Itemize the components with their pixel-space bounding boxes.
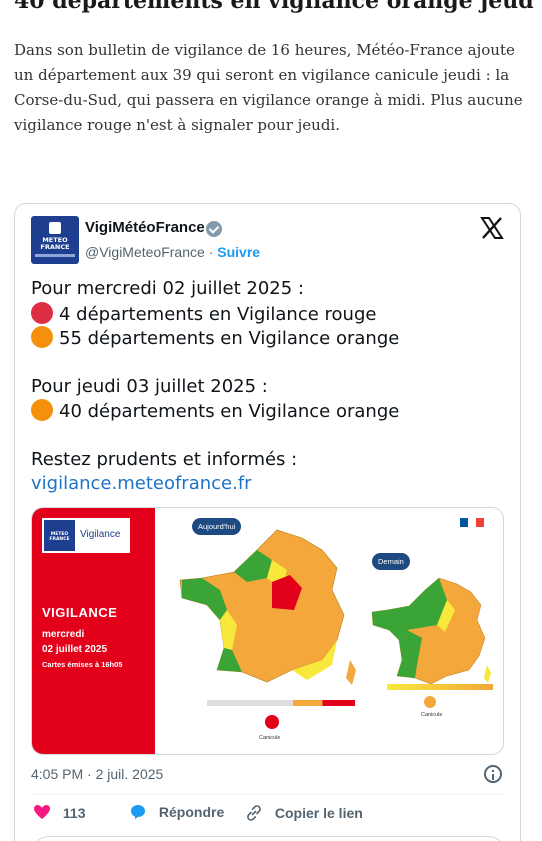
tweet-line-text: 40 départements en Vigilance orange <box>59 401 400 422</box>
avatar-logo-text: METEO FRANCE <box>40 236 70 251</box>
like-button[interactable]: 113 <box>33 804 85 821</box>
divider <box>31 794 506 795</box>
reply-label: Répondre <box>158 804 225 820</box>
card-note: Cartes émises à 16h05 <box>42 660 123 669</box>
meteo-france-mark-icon <box>49 222 61 234</box>
info-icon[interactable] <box>484 765 502 783</box>
copy-link-icon <box>247 805 261 821</box>
avatar-subline <box>35 254 75 257</box>
follow-button[interactable]: Suivre <box>217 244 260 260</box>
tomorrow-pill: Demain <box>372 553 410 570</box>
avatar[interactable]: METEO FRANCE <box>31 216 79 264</box>
card-day: mercredi <box>42 629 85 640</box>
copy-link-button[interactable]: Copier le lien <box>245 804 363 822</box>
verified-badge-icon <box>206 221 222 237</box>
tweet-line-text: 4 départements en Vigilance rouge <box>59 303 377 325</box>
card-date: 02 juillet 2025 <box>42 644 108 655</box>
likes-count: 113 <box>62 805 86 821</box>
separator: · <box>204 244 218 260</box>
tweet-line: Restez prudents et informés : <box>31 448 298 470</box>
orange-circle-icon <box>31 399 53 421</box>
meteo-france-mini-logo: METEO FRANCE <box>44 520 75 551</box>
tomorrow-vigilance-map <box>371 577 491 685</box>
card-red-panel: METEO FRANCE Vigilance VIGILANCE mercred… <box>32 508 155 754</box>
vigilance-link[interactable]: vigilance.meteofrance.fr <box>31 472 506 497</box>
article-paragraph: Dans son bulletin de vigilance de 16 heu… <box>14 41 523 134</box>
reply-bubble-icon <box>131 805 145 819</box>
tweet-line: Pour mercredi 02 juillet 2025 : <box>31 278 304 299</box>
vigilance-logo-label: Vigilance <box>80 529 121 540</box>
x-logo-icon[interactable] <box>480 216 504 247</box>
display-name[interactable]: VigiMétéoFrance <box>85 219 205 236</box>
tweet-line: Pour jeudi 03 juillet 2025 : <box>31 375 268 397</box>
france-flag-icon <box>460 518 484 527</box>
embedded-tweet[interactable]: METEO FRANCE VigiMétéoFrance @VigiMeteoF… <box>14 203 521 841</box>
reply-button[interactable]: Répondre <box>129 804 224 820</box>
card-title: VIGILANCE <box>42 605 118 620</box>
heart-icon <box>34 805 50 819</box>
tweet-timestamp[interactable]: 4:05 PM · 2 juil. 2025 <box>31 766 163 782</box>
today-vigilance-map <box>179 529 356 685</box>
tomorrow-legend-label: Canicule <box>421 712 443 718</box>
tweet-line-text: 55 départements en Vigilance orange <box>59 328 400 349</box>
article-headline: 40 départements en vigilance orange jeud… <box>14 0 534 14</box>
copy-link-label: Copier le lien <box>274 805 363 821</box>
vigilance-logo: METEO FRANCE Vigilance <box>42 518 130 553</box>
tweet-text: Pour mercredi 02 juillet 2025 : 4 départ… <box>31 277 506 497</box>
read-replies-button[interactable] <box>31 836 506 841</box>
today-legend-label: Canicule <box>259 735 281 741</box>
media-card[interactable]: METEO FRANCE Vigilance VIGILANCE mercred… <box>31 507 504 755</box>
tweet-line: 40 départements en Vigilance orange <box>31 399 506 424</box>
today-timeline-bar <box>207 700 355 706</box>
tomorrow-timeline-bar <box>387 684 493 690</box>
tweet-line: 55 départements en Vigilance orange <box>31 326 506 351</box>
thermometer-orange-icon <box>424 696 436 708</box>
tweet-line: 4 départements en Vigilance rouge <box>31 301 506 327</box>
thermometer-red-icon <box>265 715 279 729</box>
handle[interactable]: @VigiMeteoFrance <box>85 244 205 260</box>
handle-line: @VigiMeteoFrance · Suivre <box>85 244 260 260</box>
orange-circle-icon <box>31 326 53 348</box>
red-circle-icon <box>31 301 53 324</box>
